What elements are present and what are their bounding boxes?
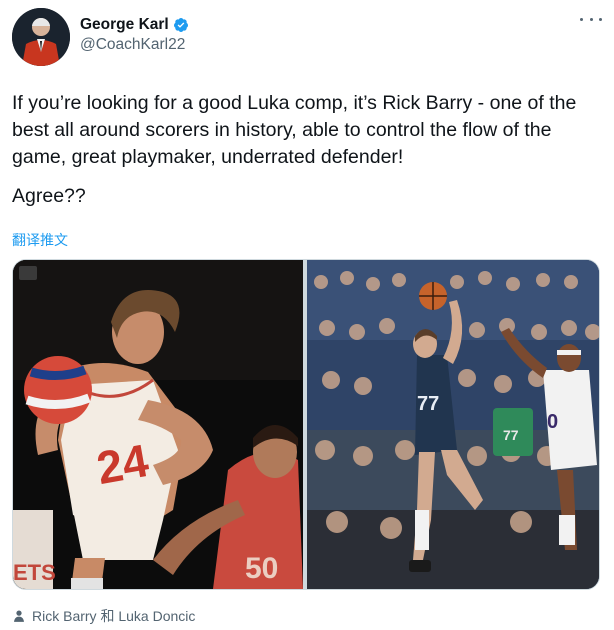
tweet-paragraph-2: Agree?? [12, 185, 86, 207]
display-name-row: George Karl [80, 16, 189, 34]
tagged-people[interactable]: Rick Barry 和 Luka Doncic [12, 606, 195, 626]
svg-text:77: 77 [503, 427, 519, 443]
verified-badge-icon [173, 17, 189, 33]
more-options-icon[interactable] [580, 14, 602, 24]
tweet-paragraph-1: If you’re looking for a good Luka comp, … [12, 92, 577, 168]
avatar-image [12, 8, 70, 66]
translate-tweet-link[interactable]: 翻译推文 [12, 230, 68, 250]
person-icon [14, 610, 24, 622]
author-avatar[interactable] [12, 8, 70, 66]
tweet-media: 50 ETS 24 77 77 0 [12, 259, 600, 590]
svg-text:ETS: ETS [13, 560, 56, 585]
tweet-card: George Karl @CoachKarl22 If you’re looki… [0, 0, 614, 630]
svg-text:24: 24 [93, 434, 153, 494]
media-photo-right[interactable]: 77 77 0 [307, 260, 599, 589]
author-names: George Karl @CoachKarl22 [80, 16, 189, 54]
media-photo-left[interactable]: 50 ETS 24 [13, 260, 303, 589]
svg-text:77: 77 [417, 393, 439, 415]
svg-text:0: 0 [547, 411, 558, 433]
tweet-header: George Karl @CoachKarl22 [12, 8, 189, 66]
basketball-photo-right: 77 77 0 [307, 260, 599, 589]
author-display-name[interactable]: George Karl [80, 16, 169, 34]
tagged-people-label: Rick Barry 和 Luka Doncic [32, 608, 196, 624]
svg-text:50: 50 [245, 552, 278, 585]
tweet-text: If you’re looking for a good Luka comp, … [12, 90, 604, 222]
author-handle[interactable]: @CoachKarl22 [80, 36, 189, 54]
basketball-photo-left: 50 ETS 24 [13, 260, 303, 589]
